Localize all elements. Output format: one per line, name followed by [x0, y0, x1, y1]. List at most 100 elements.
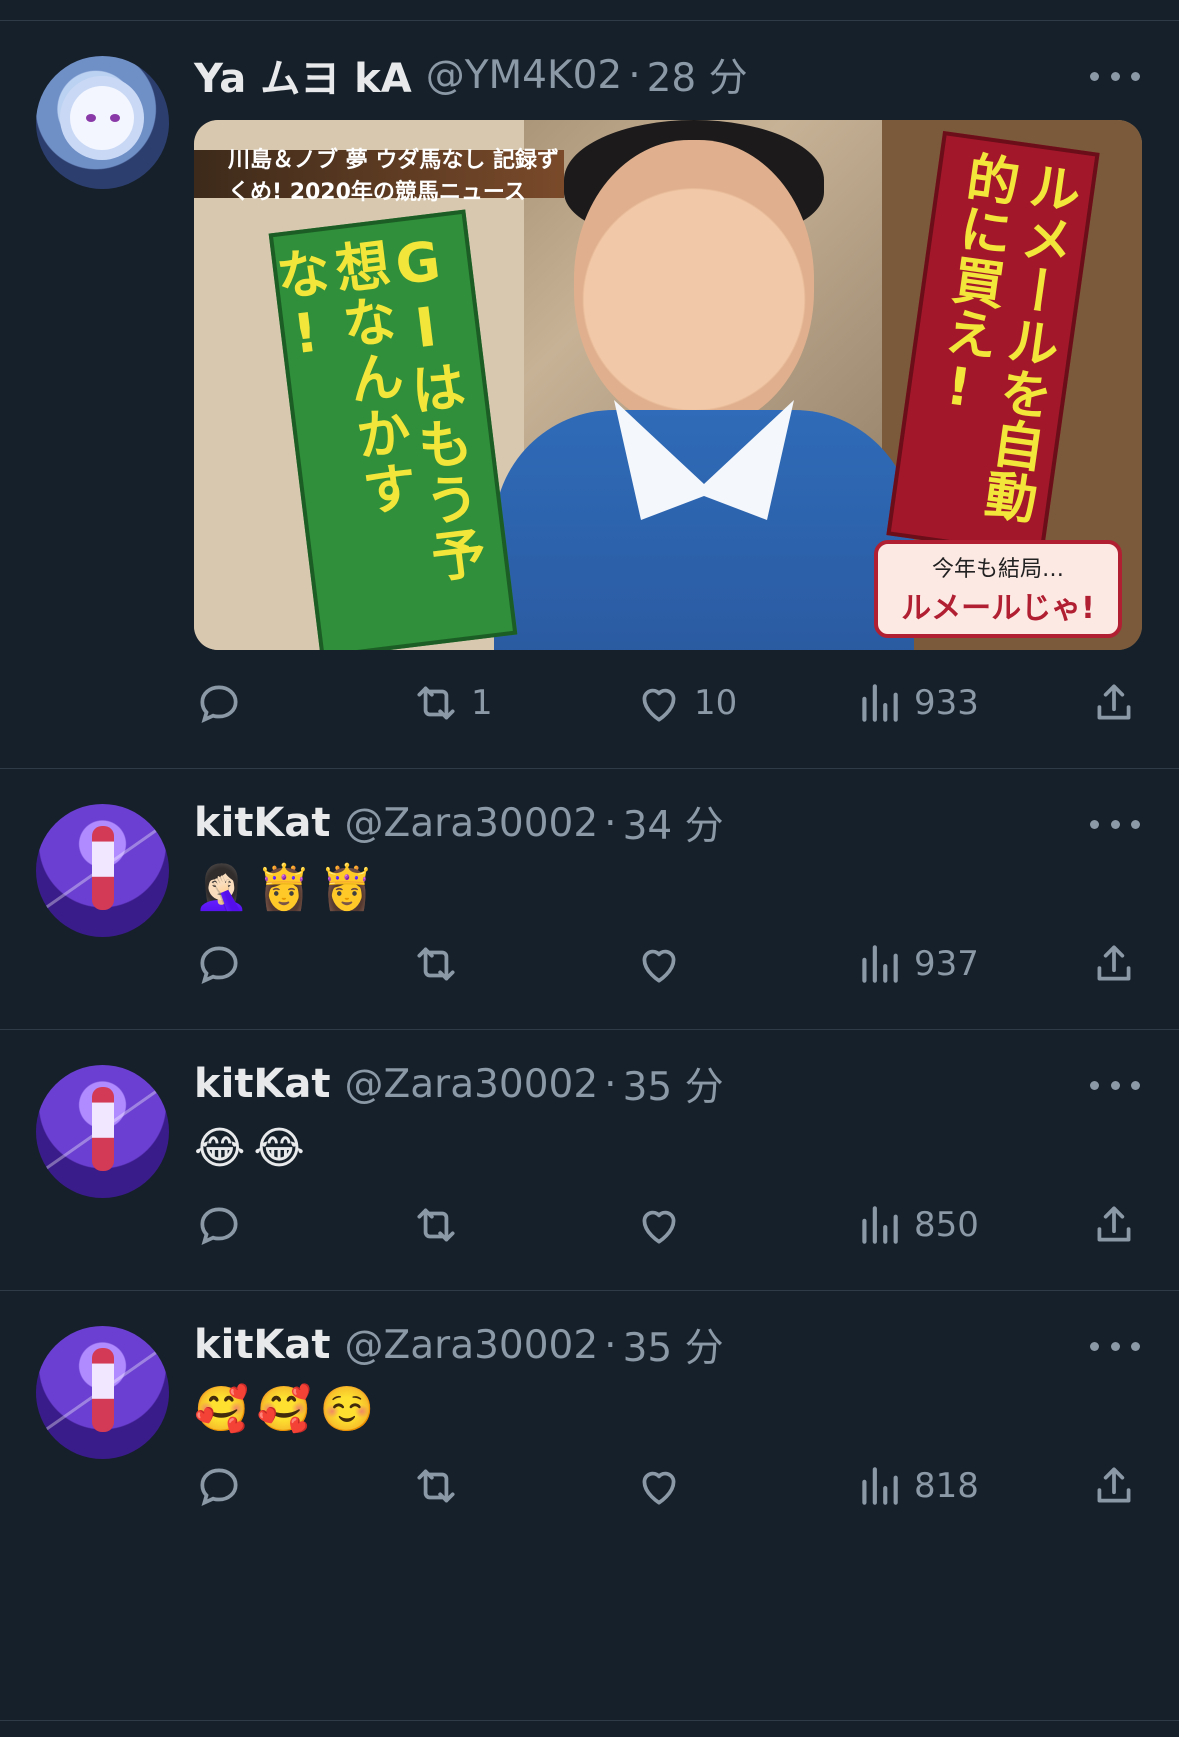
- views-button[interactable]: 933: [854, 677, 979, 729]
- timestamp[interactable]: 35 分: [623, 1317, 724, 1373]
- views-count: 850: [914, 1205, 979, 1245]
- views-icon: [862, 1467, 898, 1505]
- emoji: 🥰: [256, 1384, 312, 1435]
- tweet-header: Ya ムヨ kA @YM4K02 · 28 分: [194, 47, 748, 103]
- emoji: 🤦🏻‍♀️: [194, 862, 249, 913]
- separator-dot: ·: [604, 1061, 617, 1107]
- display-name[interactable]: Ya ムヨ kA: [194, 46, 412, 104]
- display-name[interactable]: kitKat: [194, 1322, 331, 1368]
- reply-button[interactable]: [194, 1460, 244, 1512]
- retweet-icon: [417, 1469, 455, 1503]
- more-options-icon[interactable]: [1090, 1075, 1140, 1095]
- image-tag-small-text: 今年も結局…: [931, 557, 1064, 582]
- emoji: 🥰: [194, 1384, 249, 1435]
- emoji: 😂: [253, 1123, 305, 1174]
- reply-button[interactable]: [194, 677, 244, 729]
- retweet-button[interactable]: 1: [411, 677, 493, 729]
- timestamp[interactable]: 35 分: [623, 1056, 724, 1112]
- views-count: 937: [914, 944, 979, 984]
- tweet-divider: [0, 1290, 1179, 1291]
- share-button[interactable]: [1089, 677, 1139, 729]
- views-button[interactable]: 850: [854, 1199, 979, 1251]
- image-person-face: [574, 140, 814, 430]
- bottom-divider: [0, 1720, 1179, 1721]
- share-icon: [1097, 1206, 1131, 1242]
- emoji: 😂: [194, 1123, 246, 1174]
- heart-icon: [642, 1210, 676, 1244]
- views-button[interactable]: 937: [854, 938, 979, 990]
- timestamp[interactable]: 28 分: [647, 47, 748, 103]
- display-name[interactable]: kitKat: [194, 1061, 331, 1107]
- avatar-face: [70, 86, 134, 150]
- image-tag-caption: 今年も結局… ルメールじゃ!: [874, 540, 1122, 638]
- avatar-eye: [86, 114, 96, 122]
- avatar[interactable]: [36, 1326, 169, 1459]
- like-button[interactable]: [634, 938, 684, 990]
- avatar-figure: [92, 1087, 114, 1171]
- avatar-figure: [92, 826, 114, 910]
- reply-icon: [200, 685, 238, 724]
- reply-button[interactable]: [194, 1199, 244, 1251]
- tweet-divider: [0, 768, 1179, 769]
- views-button[interactable]: 818: [854, 1460, 979, 1512]
- retweet-count: 1: [471, 683, 493, 723]
- tweet-actions: 1 10 933: [194, 677, 1144, 729]
- retweet-icon: [417, 947, 455, 981]
- retweet-button[interactable]: [411, 1460, 461, 1512]
- share-icon: [1097, 684, 1131, 720]
- image-tag-big-text: ルメールじゃ!: [901, 591, 1095, 626]
- tweet-actions: 818: [194, 1460, 1144, 1512]
- avatar[interactable]: [36, 56, 169, 189]
- emoji: 👸: [319, 862, 375, 913]
- like-count: 10: [694, 683, 738, 723]
- display-name[interactable]: kitKat: [194, 800, 331, 846]
- handle[interactable]: @Zara30002: [345, 1062, 599, 1107]
- share-button[interactable]: [1089, 1199, 1139, 1251]
- share-icon: [1097, 1467, 1131, 1503]
- timestamp[interactable]: 34 分: [623, 795, 724, 851]
- reply-button[interactable]: [194, 938, 244, 990]
- share-button[interactable]: [1089, 1460, 1139, 1512]
- views-icon: [862, 945, 898, 983]
- views-count: 818: [914, 1466, 979, 1506]
- reply-icon: [200, 1468, 238, 1507]
- views-count: 933: [914, 683, 979, 723]
- tweet-header: kitKat @Zara30002 · 34 分: [194, 795, 724, 851]
- tweet-header: kitKat @Zara30002 · 35 分: [194, 1317, 724, 1373]
- handle[interactable]: @YM4K02: [426, 53, 623, 98]
- like-button[interactable]: [634, 1460, 684, 1512]
- handle[interactable]: @Zara30002: [345, 801, 599, 846]
- avatar[interactable]: [36, 804, 169, 937]
- tweet-divider: [0, 1029, 1179, 1030]
- tweet-image[interactable]: 川島＆ノブ 夢 ウダ馬なし 記録ずくめ! 2020年の競馬ニュース GIはもう予…: [194, 120, 1142, 650]
- tweet-text: 🥰 🥰 ☺️: [194, 1382, 374, 1438]
- top-divider: [0, 20, 1179, 21]
- tweet-text: 😂 😂: [194, 1121, 305, 1177]
- share-button[interactable]: [1089, 938, 1139, 990]
- handle[interactable]: @Zara30002: [345, 1323, 599, 1368]
- retweet-icon: [417, 686, 455, 720]
- image-banner-text: 川島＆ノブ 夢 ウダ馬なし 記録ずくめ! 2020年の競馬ニュース: [194, 148, 564, 205]
- views-icon: [862, 684, 898, 722]
- avatar-figure: [92, 1348, 114, 1432]
- like-button[interactable]: 10: [634, 677, 737, 729]
- separator-dot: ·: [604, 800, 617, 846]
- tweet-actions: 937: [194, 938, 1144, 990]
- tweet-header: kitKat @Zara30002 · 35 分: [194, 1056, 724, 1112]
- emoji: ☺️: [319, 1384, 375, 1435]
- image-person-shirt: [494, 410, 914, 650]
- more-options-icon[interactable]: [1090, 814, 1140, 834]
- heart-icon: [642, 1471, 676, 1505]
- retweet-button[interactable]: [411, 1199, 461, 1251]
- like-button[interactable]: [634, 1199, 684, 1251]
- separator-dot: ·: [628, 52, 641, 98]
- image-green-caption-text: GIはもう予想なんかすな!: [263, 228, 489, 588]
- heart-icon: [642, 949, 676, 983]
- views-icon: [862, 1206, 898, 1244]
- more-options-icon[interactable]: [1090, 66, 1140, 86]
- retweet-button[interactable]: [411, 938, 461, 990]
- avatar[interactable]: [36, 1065, 169, 1198]
- tweet-actions: 850: [194, 1199, 1144, 1251]
- more-options-icon[interactable]: [1090, 1336, 1140, 1356]
- reply-icon: [200, 946, 238, 985]
